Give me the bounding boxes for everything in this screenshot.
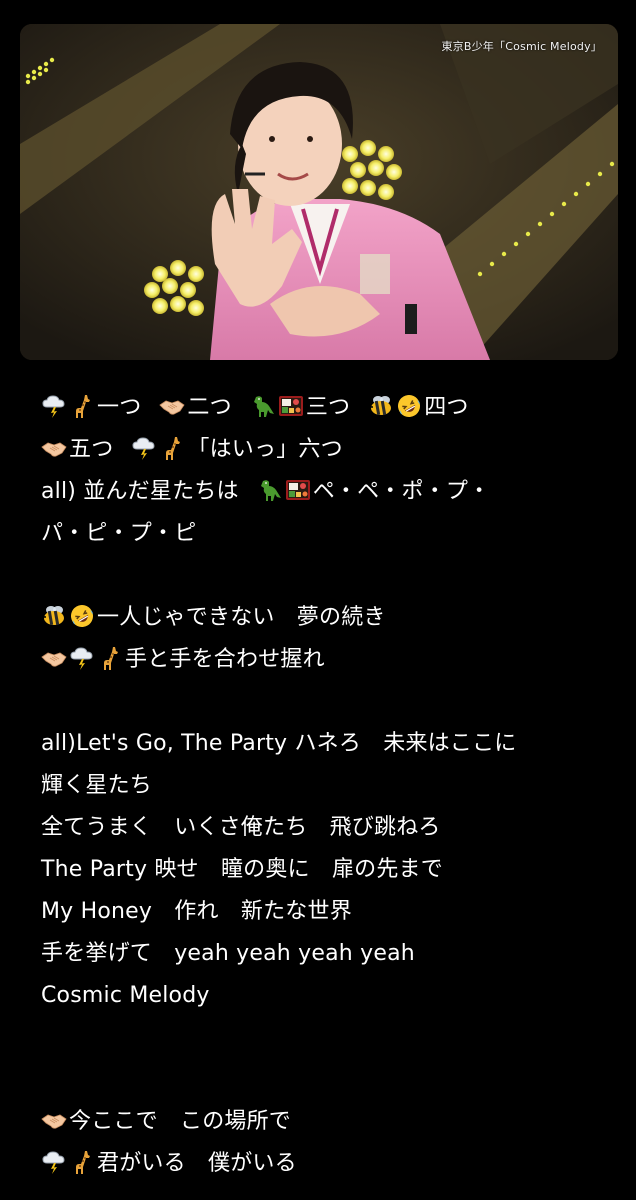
dinosaur-icon (257, 476, 283, 502)
rofl-face-icon (69, 602, 95, 628)
lyric-text: 二つ (187, 395, 232, 420)
lyric-line: 五つ 「はいっ」六つ (41, 429, 621, 471)
lyric-line: all)Let's Go, The Party ハネろ 未来はここに (41, 723, 621, 765)
lyric-line: 君がいる 僕がいる (41, 1143, 621, 1185)
lyric-line: 全てうまく いくさ俺たち 飛び跳ねろ (41, 807, 621, 849)
giraffe-icon (69, 1148, 95, 1174)
lyric-line: 今ここで この場所で (41, 1101, 621, 1143)
lyric-line: 手と手を合わせ握れ (41, 639, 621, 681)
lyric-text: パ・ピ・プ・ピ (41, 521, 197, 546)
lyric-text: ペ・ペ・ポ・プ・ (312, 479, 491, 504)
lyric-text: 三つ (305, 395, 351, 420)
bento-icon (278, 392, 304, 418)
lyric-line: 一人じゃできない 夢の続き (41, 597, 621, 639)
lyric-text: 手を挙げて yeah yeah yeah yeah (41, 941, 415, 966)
lyric-text: My Honey 作れ 新たな世界 (41, 899, 352, 924)
lyric-line: 一つ 二つ 三つ 四つ (41, 387, 621, 429)
handshake-icon (159, 392, 185, 418)
lyric-line: all) 並んだ星たちは ペ・ペ・ポ・プ・ (41, 471, 621, 513)
lyric-text: all) 並んだ星たちは (41, 479, 239, 504)
cloud-lightning-icon (69, 644, 95, 670)
lyric-line: パ・ピ・プ・ピ (41, 513, 621, 555)
video-thumbnail[interactable]: 東京B少年「Cosmic Melody」 (20, 24, 618, 360)
lyric-text: 君がいる 僕がいる (97, 1151, 297, 1176)
lyric-text: Cosmic Melody (41, 983, 210, 1008)
cloud-lightning-icon (41, 392, 67, 418)
video-title-caption: 東京B少年「Cosmic Melody」 (441, 40, 602, 53)
lyric-text: 全てうまく いくさ俺たち 飛び跳ねろ (41, 815, 441, 840)
lyric-text: 五つ (69, 437, 114, 462)
lyric-line: The Party 映せ 瞳の奥に 扉の先まで (41, 849, 621, 891)
giraffe-icon (159, 434, 185, 460)
handshake-icon (41, 1106, 67, 1132)
lyric-text: 今ここで この場所で (69, 1109, 292, 1134)
lyric-text: 「はいっ」六つ (187, 437, 343, 462)
lyric-text: 手と手を合わせ握れ (125, 647, 325, 672)
lyric-text: all)Let's Go, The Party ハネろ 未来はここに (41, 731, 517, 756)
handshake-icon (41, 644, 67, 670)
lyric-line: Cosmic Melody (41, 975, 621, 1017)
lyrics-text: 一つ 二つ 三つ 四つ五つ 「はいっ」六つ all) 並んだ星たちは ペ・ペ・ポ・プ・パ・ピ… (41, 387, 621, 1185)
lyric-text: 輝く星たち (41, 773, 153, 798)
lyric-text: 一人じゃできない 夢の続き (97, 605, 386, 630)
bee-icon (368, 392, 394, 418)
dinosaur-icon (250, 392, 276, 418)
lyric-line: 輝く星たち (41, 765, 621, 807)
rofl-face-icon (396, 392, 422, 418)
cloud-lightning-icon (131, 434, 157, 460)
lyric-text: 一つ (97, 395, 142, 420)
bento-icon (285, 476, 311, 502)
lyric-text: The Party 映せ 瞳の奥に 扉の先まで (41, 857, 443, 882)
handshake-icon (41, 434, 67, 460)
bee-icon (41, 602, 67, 628)
giraffe-icon (69, 392, 95, 418)
lyric-line: My Honey 作れ 新たな世界 (41, 891, 621, 933)
giraffe-icon (97, 644, 123, 670)
lyric-text: 四つ (424, 395, 469, 420)
stage-performance-image (20, 24, 618, 360)
lyric-line: 手を挙げて yeah yeah yeah yeah (41, 933, 621, 975)
cloud-lightning-icon (41, 1148, 67, 1174)
